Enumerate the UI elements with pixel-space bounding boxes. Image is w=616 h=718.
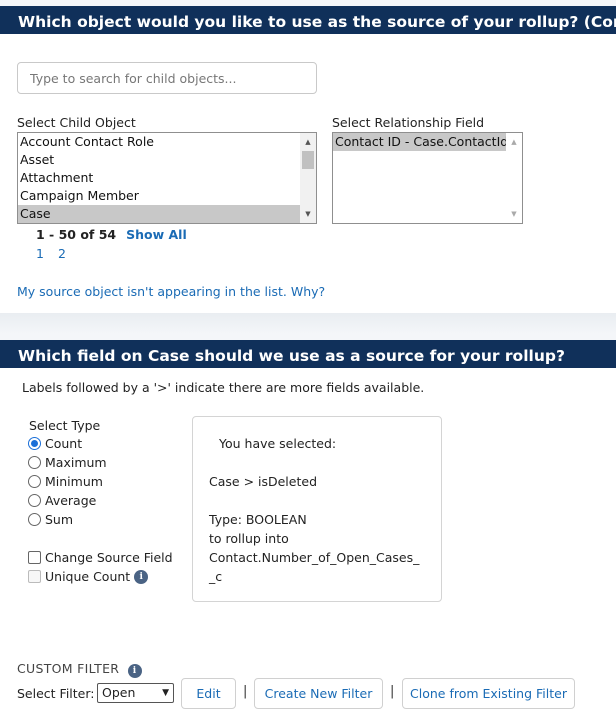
radio-icon[interactable] bbox=[28, 513, 41, 526]
edit-filter-button[interactable]: Edit bbox=[181, 678, 236, 709]
source-object-help-link[interactable]: My source object isn't appearing in the … bbox=[17, 284, 325, 299]
separator: | bbox=[390, 684, 395, 699]
selected-field-path: Case > isDeleted bbox=[209, 474, 318, 489]
select-filter-label: Select Filter: bbox=[17, 686, 95, 701]
child-object-option-selected[interactable]: Case bbox=[18, 205, 316, 223]
change-source-field-label: Change Source Field bbox=[45, 550, 173, 565]
pager-range: 1 - 50 of 54 bbox=[36, 227, 117, 242]
selected-field-type: Type: BOOLEAN bbox=[209, 512, 307, 527]
checkbox-icon[interactable] bbox=[28, 551, 41, 564]
create-new-filter-button[interactable]: Create New Filter bbox=[254, 678, 383, 709]
change-source-field-checkbox[interactable]: Change Source Field bbox=[28, 550, 173, 565]
selection-heading: You have selected: bbox=[219, 436, 337, 451]
section2-header: Which field on Case should we use as a s… bbox=[0, 334, 616, 368]
show-all-link[interactable]: Show All bbox=[126, 227, 187, 242]
page-link-1[interactable]: 1 bbox=[36, 246, 44, 261]
type-option-count[interactable]: Count bbox=[28, 436, 82, 451]
section-divider bbox=[0, 313, 616, 334]
type-label: Sum bbox=[45, 512, 74, 527]
child-object-label: Select Child Object bbox=[17, 115, 136, 130]
section2-title: Which field on Case should we use as a s… bbox=[18, 347, 565, 365]
filter-select[interactable]: Open ▼ bbox=[97, 683, 174, 703]
scroll-down-icon[interactable]: ▼ bbox=[300, 207, 316, 221]
custom-filter-heading-text: CUSTOM FILTER bbox=[17, 661, 120, 676]
type-option-average[interactable]: Average bbox=[28, 493, 96, 508]
radio-icon[interactable] bbox=[28, 456, 41, 469]
scroll-up-icon[interactable]: ▲ bbox=[506, 135, 522, 149]
relationship-field-label: Select Relationship Field bbox=[332, 115, 485, 130]
type-label: Minimum bbox=[45, 474, 103, 489]
section1-title: Which object would you like to use as th… bbox=[18, 13, 616, 31]
rollup-target: Contact.Number_of_Open_Cases_ bbox=[209, 550, 420, 565]
type-label: Average bbox=[45, 493, 97, 508]
custom-filter-heading: CUSTOM FILTER i bbox=[17, 661, 142, 678]
child-object-option[interactable]: Asset bbox=[18, 151, 316, 169]
scroll-thumb[interactable] bbox=[302, 151, 314, 169]
radio-icon[interactable] bbox=[28, 494, 41, 507]
filter-select-value: Open bbox=[102, 685, 136, 700]
chevron-down-icon: ▼ bbox=[162, 688, 169, 698]
child-object-option[interactable]: Account Contact Role bbox=[18, 133, 316, 151]
type-label: Count bbox=[45, 436, 83, 451]
section1-header: Which object would you like to use as th… bbox=[0, 0, 616, 34]
child-object-scrollbar[interactable]: ▲ ▼ bbox=[300, 133, 316, 223]
page-link-2[interactable]: 2 bbox=[58, 246, 66, 261]
scroll-up-icon[interactable]: ▲ bbox=[300, 135, 316, 149]
separator: | bbox=[243, 684, 248, 699]
type-label: Maximum bbox=[45, 455, 107, 470]
unique-count-label: Unique Count bbox=[45, 569, 131, 584]
child-object-option[interactable]: Attachment bbox=[18, 169, 316, 187]
rollup-target-continued: _c bbox=[209, 569, 223, 584]
unique-count-checkbox: Unique Count i bbox=[28, 569, 149, 584]
info-icon[interactable]: i bbox=[127, 664, 142, 678]
page-links: 1 2 bbox=[36, 246, 66, 261]
child-object-option[interactable]: Campaign Member bbox=[18, 187, 316, 205]
clone-filter-button[interactable]: Clone from Existing Filter bbox=[402, 678, 575, 709]
child-object-search-input[interactable] bbox=[17, 62, 317, 94]
child-object-listbox[interactable]: Account Contact Role Asset Attachment Ca… bbox=[17, 132, 317, 224]
type-option-sum[interactable]: Sum bbox=[28, 512, 73, 527]
radio-selected-icon[interactable] bbox=[28, 437, 41, 450]
relationship-scrollbar[interactable]: ▲ ▼ bbox=[506, 133, 522, 223]
pager: 1 - 50 of 54 Show All bbox=[36, 227, 187, 242]
select-type-label: Select Type bbox=[29, 418, 101, 433]
relationship-field-listbox[interactable]: Contact ID - Case.ContactId ▲ ▼ bbox=[332, 132, 523, 224]
selection-summary-box: You have selected: Case > isDeleted Type… bbox=[192, 416, 442, 602]
type-option-maximum[interactable]: Maximum bbox=[28, 455, 107, 470]
radio-icon[interactable] bbox=[28, 475, 41, 488]
type-option-minimum[interactable]: Minimum bbox=[28, 474, 103, 489]
scroll-down-icon[interactable]: ▼ bbox=[506, 207, 522, 221]
relationship-field-option-selected[interactable]: Contact ID - Case.ContactId bbox=[333, 133, 508, 151]
rollup-into-label: to rollup into bbox=[209, 531, 289, 546]
checkbox-disabled-icon bbox=[28, 570, 41, 583]
fields-hint: Labels followed by a '>' indicate there … bbox=[22, 380, 425, 395]
info-icon[interactable]: i bbox=[134, 569, 149, 584]
